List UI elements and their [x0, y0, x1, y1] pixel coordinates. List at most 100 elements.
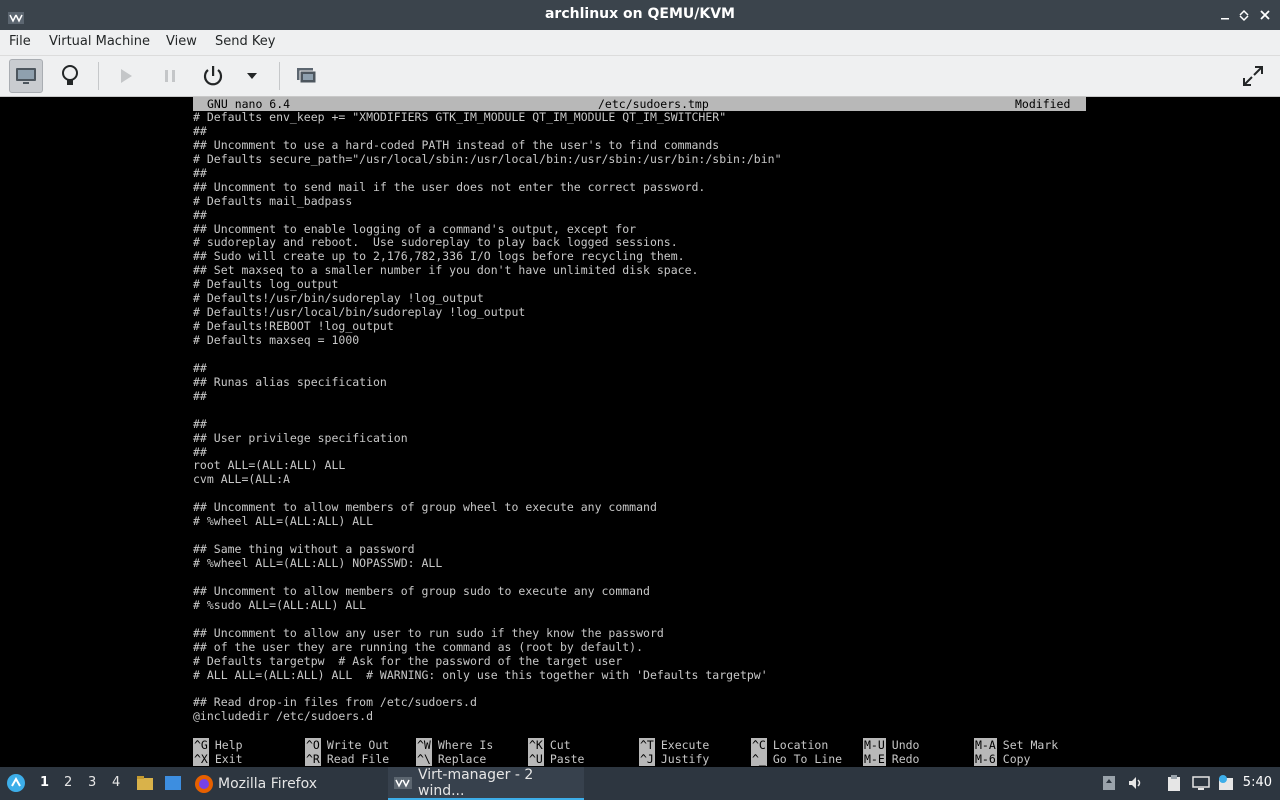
shortcut-key: ^_	[751, 752, 767, 766]
nano-shortcut: ^T Execute	[639, 738, 709, 752]
clock: 5:40	[1242, 775, 1272, 790]
nano-shortcut: ^W Where Is	[416, 738, 493, 752]
power-icon[interactable]	[196, 59, 230, 93]
fullscreen-icon[interactable]	[1236, 59, 1270, 93]
nano-terminal[interactable]: GNU nano 6.4 /etc/sudoers.tmp Modified #…	[193, 97, 1086, 767]
menu-view[interactable]: View	[166, 34, 197, 49]
terminal-app-icon[interactable]	[164, 774, 182, 792]
nano-shortcut: ^U Paste	[528, 752, 584, 766]
nano-shortcut: M-U Undo	[863, 738, 919, 752]
restore-icon[interactable]	[1236, 7, 1252, 23]
shortcut-label: Location	[772, 738, 829, 752]
shortcut-key: M-E	[863, 752, 886, 766]
run-icon[interactable]	[109, 59, 143, 93]
eject-icon[interactable]	[1100, 774, 1118, 792]
details-bulb-icon[interactable]	[53, 59, 87, 93]
dropdown-icon[interactable]	[235, 59, 269, 93]
vm-console[interactable]: GNU nano 6.4 /etc/sudoers.tmp Modified #…	[0, 97, 1280, 767]
file-manager-icon[interactable]	[136, 774, 154, 792]
virt-manager-task-icon	[394, 776, 412, 789]
code-line: ## Same thing without a password	[193, 542, 415, 557]
shortcut-label: Cut	[549, 738, 571, 752]
code-line: # ALL ALL=(ALL:ALL) ALL # WARNING: only …	[193, 667, 768, 682]
workspace-4[interactable]: 4	[112, 775, 120, 790]
volume-icon[interactable]	[1127, 774, 1145, 792]
code-line: ## Uncomment to enable logging of a comm…	[193, 221, 637, 236]
shortcut-label: Where Is	[437, 738, 494, 752]
clipboard-icon[interactable]	[1165, 774, 1183, 792]
shortcut-label: Exit	[214, 752, 243, 766]
shortcut-key: ^K	[528, 738, 544, 752]
shortcut-key: ^U	[528, 752, 544, 766]
workspace-2[interactable]: 2	[64, 775, 72, 790]
code-line: # Defaults secure_path="/usr/local/sbin:…	[193, 151, 782, 166]
task-virt-manager-label: Virt-manager - 2 wind...	[418, 766, 534, 799]
code-line: cvm ALL=(ALL:A	[193, 472, 290, 487]
code-line: ##	[193, 207, 207, 222]
shortcut-label: Paste	[549, 752, 585, 766]
shortcut-label: Redo	[891, 752, 920, 766]
toolbar	[0, 56, 1280, 97]
taskbar: 1 2 3 4 Mozilla Firefox Virt-manager - 2…	[0, 767, 1280, 800]
code-line: ## Read drop-in files from /etc/sudoers.…	[193, 695, 477, 710]
nano-shortcut: ^C Location	[751, 738, 828, 752]
code-line: ## Runas alias specification	[193, 374, 387, 389]
nano-shortcut: M-A Set Mark	[974, 738, 1058, 752]
nano-status: Modified	[1015, 97, 1071, 111]
code-line: ##	[193, 416, 207, 431]
code-line: # %wheel ALL=(ALL:ALL) NOPASSWD: ALL	[193, 556, 443, 570]
menu-file[interactable]: File	[9, 34, 31, 49]
menu-send-key[interactable]: Send Key	[215, 34, 275, 49]
nano-shortcut: ^\ Replace	[416, 752, 486, 766]
code-line: @includedir /etc/sudoers.d	[193, 709, 374, 724]
window-titlebar: archlinux on QEMU/KVM	[0, 0, 1280, 30]
shortcut-label: Replace	[437, 752, 487, 766]
nano-shortcut-bar: ^G Help ^O Write Out ^W Where Is ^K Cut ^T Execut…	[193, 738, 1086, 766]
display-icon[interactable]	[1192, 774, 1210, 792]
app-menu-icon[interactable]	[6, 773, 26, 793]
code-line: # Defaults!/usr/bin/sudoreplay !log_outp…	[193, 291, 484, 306]
sudoers-content[interactable]: # Defaults env_keep += "XMODIFIERS GTK_I…	[193, 110, 1086, 724]
workspace-3[interactable]: 3	[88, 775, 96, 790]
task-firefox[interactable]: Mozilla Firefox	[194, 767, 384, 800]
nano-shortcut: ^O Write Out	[305, 738, 389, 752]
code-line: # %wheel ALL=(ALL:ALL) ALL	[193, 514, 374, 529]
code-line: # Defaults mail_badpass	[193, 193, 353, 208]
notification-icon[interactable]	[1217, 774, 1235, 792]
shortcut-key: ^W	[416, 738, 432, 752]
nano-header: GNU nano 6.4 /etc/sudoers.tmp Modified	[193, 97, 1086, 111]
code-line: ## Uncomment to allow any user to run su…	[193, 625, 664, 640]
shortcut-key: ^C	[751, 738, 767, 752]
menu-bar: File Virtual Machine View Send Key	[0, 30, 1280, 56]
shortcut-key: ^O	[305, 738, 321, 752]
nano-shortcut: ^J Justify	[639, 752, 709, 766]
code-line: ##	[193, 123, 207, 138]
code-line: # Defaults maxseq = 1000	[193, 333, 360, 347]
code-line: # Defaults!/usr/local/bin/sudoreplay !lo…	[193, 305, 526, 320]
nano-shortcut: ^X Exit	[193, 752, 243, 766]
minimize-icon[interactable]	[1217, 7, 1233, 23]
code-line: ## Uncomment to allow members of group s…	[193, 583, 650, 598]
shortcut-label: Help	[214, 738, 243, 752]
firefox-icon	[194, 774, 214, 794]
snapshots-icon[interactable]	[289, 59, 323, 93]
nano-shortcut: ^G Help	[193, 738, 243, 752]
shortcut-label: Go To Line	[772, 752, 843, 766]
shortcut-key: ^T	[639, 738, 655, 752]
close-icon[interactable]	[1257, 7, 1273, 23]
pause-icon[interactable]	[153, 59, 187, 93]
task-virt-manager[interactable]: Virt-manager - 2 wind...	[388, 767, 584, 800]
code-line: # Defaults env_keep += "XMODIFIERS GTK_I…	[193, 110, 727, 124]
shortcut-key: M-6	[974, 752, 997, 766]
shortcut-label: Write Out	[326, 738, 390, 752]
workspace-1[interactable]: 1	[40, 775, 49, 790]
menu-virtual-machine[interactable]: Virtual Machine	[49, 34, 150, 49]
console-icon[interactable]	[9, 59, 43, 93]
nano-shortcut: M-E Redo	[863, 752, 919, 766]
code-line: ## Uncomment to allow members of group w…	[193, 500, 657, 515]
